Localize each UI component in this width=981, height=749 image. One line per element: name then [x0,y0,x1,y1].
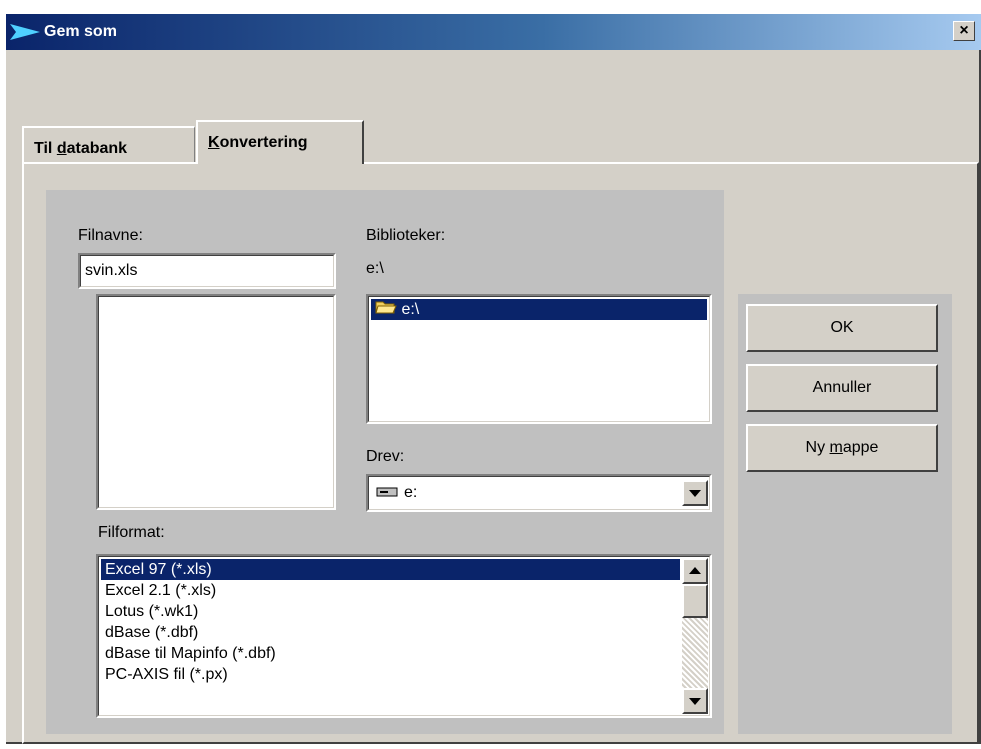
ok-button[interactable]: OK [746,304,938,352]
drive-value: e: [404,484,418,501]
chevron-up-icon [689,567,701,574]
list-item[interactable]: PC-AXIS fil (*.px) [101,664,680,685]
annuller-button[interactable]: Annuller [746,364,938,412]
chevron-down-icon [689,490,701,497]
list-item[interactable]: dBase til Mapinfo (*.dbf) [101,643,680,664]
drive-select[interactable]: e: [366,474,712,512]
filformat-list[interactable]: Excel 97 (*.xls) Excel 2.1 (*.xls) Lotus… [96,554,712,718]
title-bar[interactable]: Gem som × [6,14,981,50]
list-item[interactable]: dBase (*.dbf) [101,622,680,643]
save-as-dialog: Gem som × Til databank Konvertering Filn… [6,14,981,744]
ny-mappe-button[interactable]: Ny mappe [746,424,938,472]
open-folder-icon [375,299,397,321]
biblioteker-label: Biblioteker: [366,227,446,244]
scroll-down-button[interactable] [682,688,708,714]
close-button[interactable]: × [953,21,975,41]
filformat-scrollbar[interactable] [682,558,708,714]
files-list[interactable] [96,294,336,510]
konvertering-panel: Filnavne: svin.xls Biblioteker: e:\ e:\ [22,162,979,744]
list-item[interactable]: Excel 97 (*.xls) [101,559,680,580]
current-directory: e:\ [366,260,384,277]
drive-dropdown-button[interactable] [682,480,708,506]
button-area: OK Annuller Ny mappe [738,294,952,734]
filformat-label: Filformat: [98,524,165,541]
tab-konvertering[interactable]: Konvertering [196,120,364,164]
drev-label: Drev: [366,448,405,465]
app-arrow-icon [10,24,40,45]
filename-input-value: svin.xls [85,262,138,279]
directory-list[interactable]: e:\ [366,294,712,424]
tab-til-databank[interactable]: Til databank [22,126,195,162]
directory-item-e[interactable]: e:\ [371,299,707,320]
scroll-thumb[interactable] [682,584,708,618]
file-selection-area: Filnavne: svin.xls Biblioteker: e:\ e:\ [46,190,724,734]
list-item[interactable]: Excel 2.1 (*.xls) [101,580,680,601]
chevron-down-icon [689,698,701,705]
filename-input[interactable]: svin.xls [78,253,336,289]
list-item[interactable]: Lotus (*.wk1) [101,601,680,622]
tab-control: Til databank Konvertering Filnavne: svin… [6,120,981,744]
drive-icon [376,485,398,504]
filnavne-label: Filnavne: [78,227,143,244]
scroll-up-button[interactable] [682,558,708,584]
window-title: Gem som [44,23,117,40]
